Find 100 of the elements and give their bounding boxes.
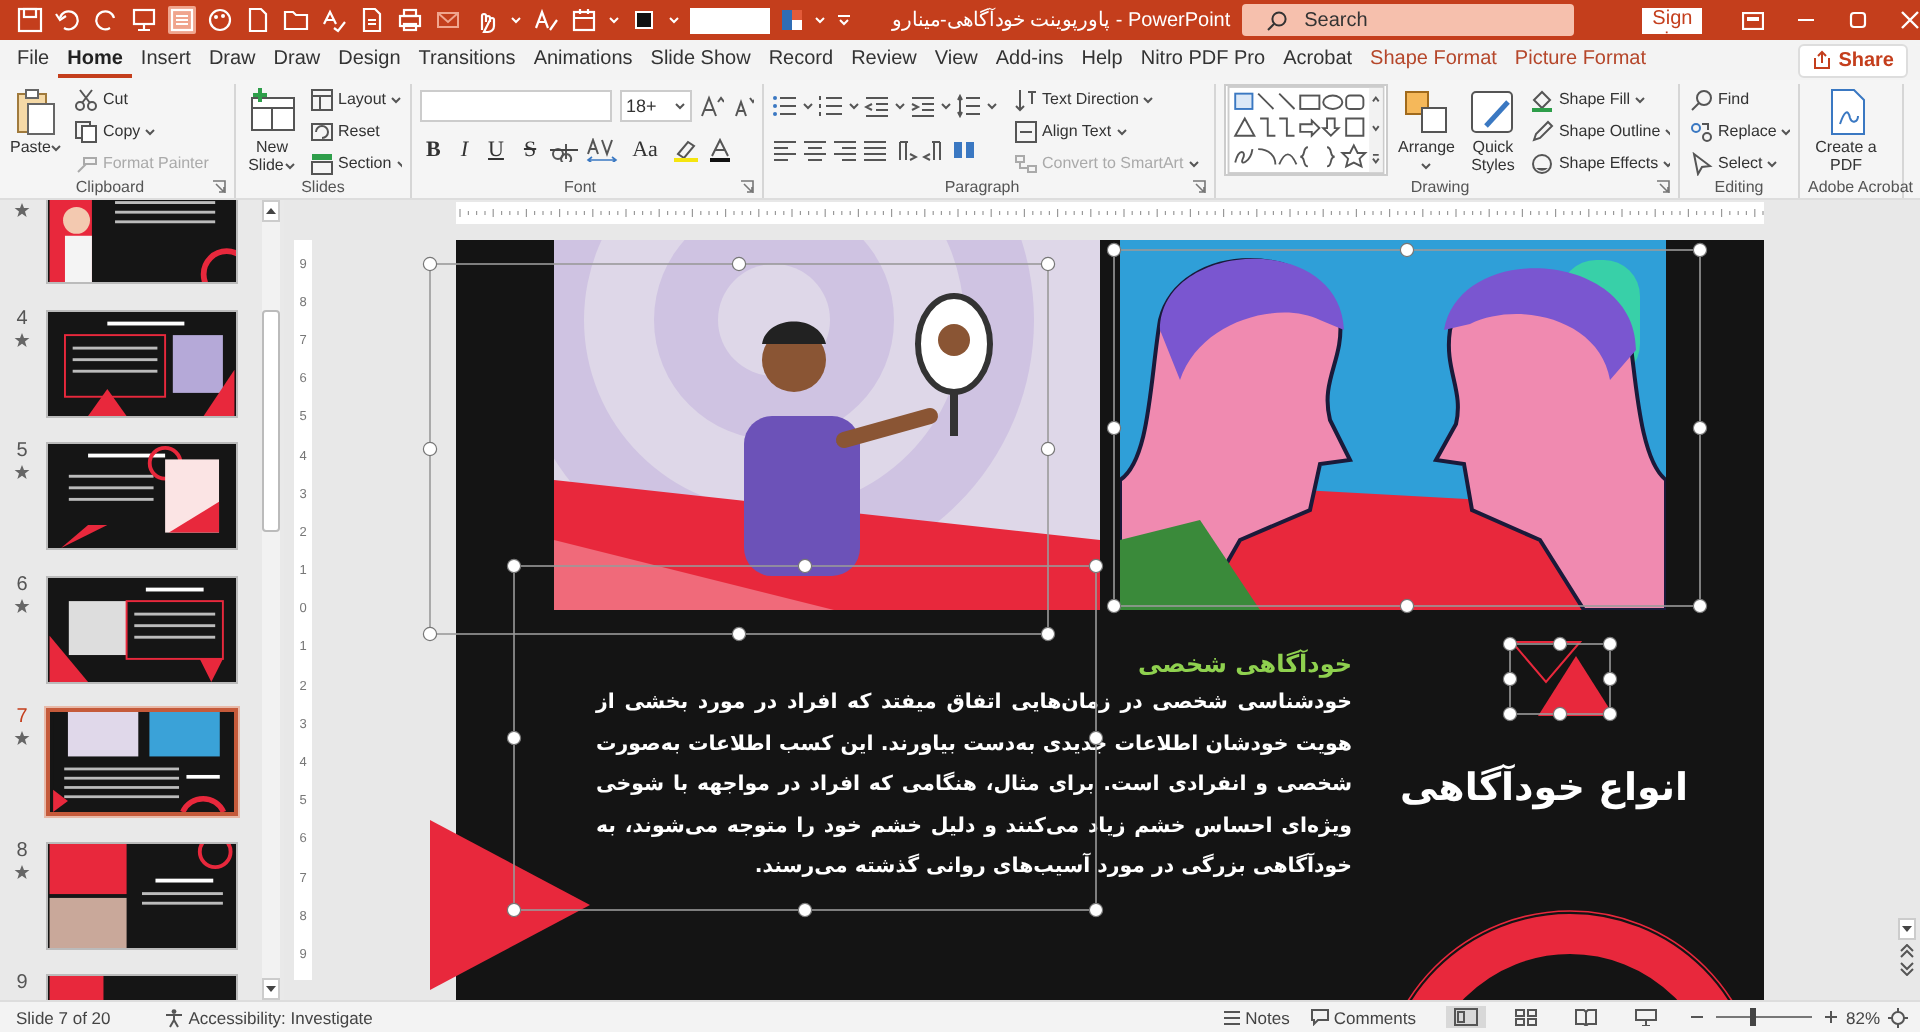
envelope-icon[interactable] [434,6,462,34]
slide-thumbnail[interactable] [46,841,238,949]
monitor-icon[interactable] [130,6,158,34]
ribbon-tab[interactable]: Slide Show [641,42,760,78]
ribbon-button[interactable]: Shape Fill [1528,84,1670,114]
ribbon-tab[interactable]: Help [1072,42,1132,78]
maximize-icon[interactable] [1848,10,1868,30]
ribbon-display-icon[interactable] [1742,11,1764,29]
printer-icon[interactable] [396,6,424,34]
align-right-icon[interactable] [832,138,858,162]
justify-icon[interactable] [862,138,888,162]
slider-thumb[interactable] [1749,1008,1756,1026]
ribbon-button[interactable]: Paste [8,84,65,158]
square-icon[interactable] [630,6,658,34]
search-field[interactable]: Search [1242,4,1575,36]
customize-icon[interactable] [836,12,852,28]
ribbon-button[interactable]: Shape Effects [1528,148,1670,176]
zoom-in-icon[interactable] [1823,1010,1838,1024]
sign-in-button[interactable]: Sign [1642,7,1702,33]
next-slide-icon[interactable] [1899,962,1913,976]
ribbon-tab[interactable]: Draw [199,42,265,78]
ribbon-tab[interactable]: Draw [264,42,330,78]
slide-thumbnail[interactable] [46,575,238,683]
slide-thumbnail[interactable] [46,309,238,417]
ribbon-button[interactable]: Cut [72,84,211,114]
ribbon-tab[interactable]: Animations [524,42,642,78]
ribbon-button[interactable]: Layout [308,84,402,114]
ribbon-tab[interactable]: Picture Format [1505,42,1655,78]
scroll-up-button[interactable] [262,200,280,222]
scroll-down-button[interactable] [1897,918,1915,940]
font-name-field[interactable] [420,90,612,122]
scroll-down-button[interactable] [262,978,280,1000]
scrollbar-thumb[interactable] [262,310,280,532]
undo-icon[interactable] [54,6,82,34]
columns-icon[interactable] [952,138,978,162]
ribbon-button[interactable]: Align Text [1012,116,1202,146]
ribbon-tab[interactable]: Add-ins [986,42,1073,78]
numbering-icon[interactable] [818,94,844,118]
format-button[interactable]: I [454,138,475,162]
slide-thumbnail[interactable] [46,200,238,284]
increase-indent-icon[interactable] [910,94,936,118]
previous-slide-icon[interactable] [1899,944,1913,958]
ribbon-button[interactable]: Text Direction [1012,84,1202,114]
spelling-icon[interactable] [320,6,348,34]
combo-field[interactable] [690,7,770,33]
font-color-icon[interactable] [707,138,732,162]
zoom-out-icon[interactable] [1689,1010,1704,1024]
bullets-icon[interactable] [772,94,798,118]
selection-frame[interactable] [1502,636,1618,722]
grow-font-icon[interactable] [700,94,724,118]
page-icon[interactable] [244,6,272,34]
view-button[interactable] [1445,1006,1486,1028]
format-button[interactable]: S [517,138,543,162]
comments-button[interactable]: Comments [1303,1007,1422,1027]
fit-to-window-icon[interactable] [1888,1007,1908,1027]
align-center-icon[interactable] [802,138,828,162]
ribbon-tab[interactable]: File [8,42,59,78]
ribbon-button[interactable]: Create a PDF [1808,84,1884,176]
calendar-icon[interactable] [570,6,598,34]
ribbon-tab[interactable]: View [925,42,987,78]
ribbon-tab[interactable]: Transitions [409,42,525,78]
ribbon-tab[interactable]: Shape Format [1361,42,1506,78]
highlighter-icon[interactable] [671,138,700,162]
ribbon-button[interactable]: Find [1688,84,1790,114]
ribbon-tab[interactable]: Record [759,42,843,78]
strikethrough-icon[interactable] [550,138,579,162]
folder-icon[interactable] [282,6,310,34]
color-block-icon[interactable] [780,8,804,32]
text-style-icon[interactable] [532,6,560,34]
save-icon[interactable] [16,6,44,34]
ribbon-button[interactable]: Section [308,148,402,176]
ribbon-button[interactable]: Reset [308,116,402,146]
dialog-launcher-icon[interactable] [1192,180,1206,194]
line-spacing-icon[interactable] [956,94,982,118]
ribbon-button[interactable]: Copy [72,116,211,146]
format-button[interactable]: B [420,138,447,162]
document-icon[interactable] [358,6,386,34]
ribbon-tab[interactable]: Design [329,42,410,78]
ribbon-button[interactable]: Arrange [1396,84,1457,176]
accessibility-button[interactable]: Accessibility: Investigate [158,1007,379,1027]
ribbon-tab[interactable]: Nitro PDF Pro [1131,42,1275,78]
close-icon[interactable] [1900,10,1920,30]
shape-gallery[interactable] [1224,84,1388,176]
ribbon-button[interactable]: Shape Outline [1528,116,1670,146]
dialog-launcher-icon[interactable] [212,180,226,194]
shrink-font-icon[interactable] [732,94,754,118]
align-left-icon[interactable] [772,138,798,162]
change-case-button[interactable]: Aa [626,138,664,162]
ribbon-tab[interactable]: Review [842,42,926,78]
format-button[interactable]: U [482,138,510,162]
share-button[interactable]: Share [1798,43,1908,77]
redo-icon[interactable] [92,6,120,34]
dialog-launcher-icon[interactable] [740,180,754,194]
ribbon-button[interactable]: Select [1688,148,1790,176]
dialog-launcher-icon[interactable] [1656,180,1670,194]
slide-thumbnail[interactable] [46,442,238,550]
ribbon-button[interactable]: Quick Styles [1464,84,1521,176]
ribbon-button[interactable]: New Slide [244,84,300,176]
ribbon-tab[interactable]: Acrobat [1274,42,1362,78]
ribbon-button[interactable]: Replace [1688,116,1790,146]
